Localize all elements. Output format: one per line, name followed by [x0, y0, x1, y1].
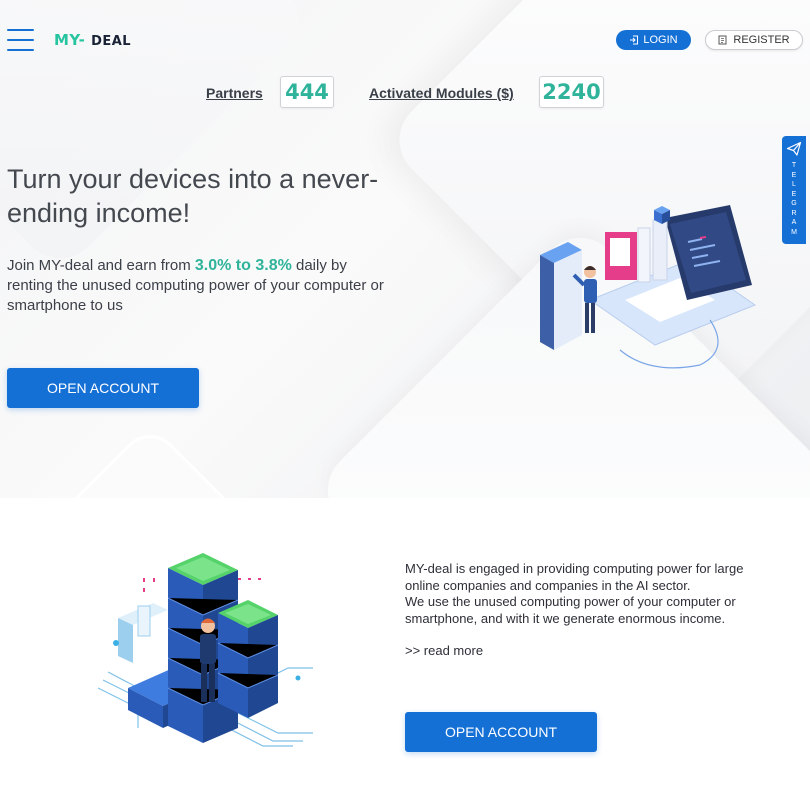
rate-highlight: 3.0% to 3.8%: [194, 257, 292, 274]
register-label: REGISTER: [733, 34, 790, 46]
register-button[interactable]: REGISTER: [705, 30, 803, 50]
open-account-button-2[interactable]: OPEN ACCOUNT: [405, 712, 597, 752]
login-label: LOGIN: [643, 34, 678, 46]
about-paragraph-2: We use the unused computing power of you…: [405, 594, 736, 626]
hamburger-menu-icon[interactable]: [7, 29, 34, 51]
partners-link[interactable]: Partners: [206, 85, 263, 101]
read-more-link[interactable]: >> read more: [405, 643, 483, 658]
logo[interactable]: MY- DEAL: [54, 31, 131, 49]
logo-dash: -: [78, 31, 86, 49]
hero-title: Turn your devices into a never-ending in…: [7, 164, 379, 228]
telegram-icon: [786, 141, 802, 156]
server-stack-illustration: [98, 553, 313, 747]
hero-subtitle: Join MY-deal and earn from 3.0% to 3.8% …: [7, 257, 384, 314]
register-icon: [718, 35, 727, 45]
partners-count: 444: [280, 76, 334, 108]
telegram-label: T E L E G R A M: [791, 162, 797, 236]
about-paragraph-1: MY-deal is engaged in providing computin…: [405, 561, 744, 593]
login-icon: [630, 35, 639, 45]
logo-my: MY: [54, 31, 79, 49]
telegram-tab[interactable]: T E L E G R A M: [782, 136, 806, 244]
server-laptop-illustration: [540, 205, 757, 369]
activated-modules-count: 2240: [539, 76, 604, 108]
activated-modules-link[interactable]: Activated Modules ($): [369, 85, 514, 101]
logo-deal: DEAL: [91, 34, 132, 49]
open-account-button[interactable]: OPEN ACCOUNT: [7, 368, 199, 408]
login-button[interactable]: LOGIN: [616, 30, 691, 50]
decorative-shape: [0, 0, 315, 275]
decorative-shape: [22, 422, 278, 498]
about-text: MY-deal is engaged in providing computin…: [405, 561, 780, 627]
